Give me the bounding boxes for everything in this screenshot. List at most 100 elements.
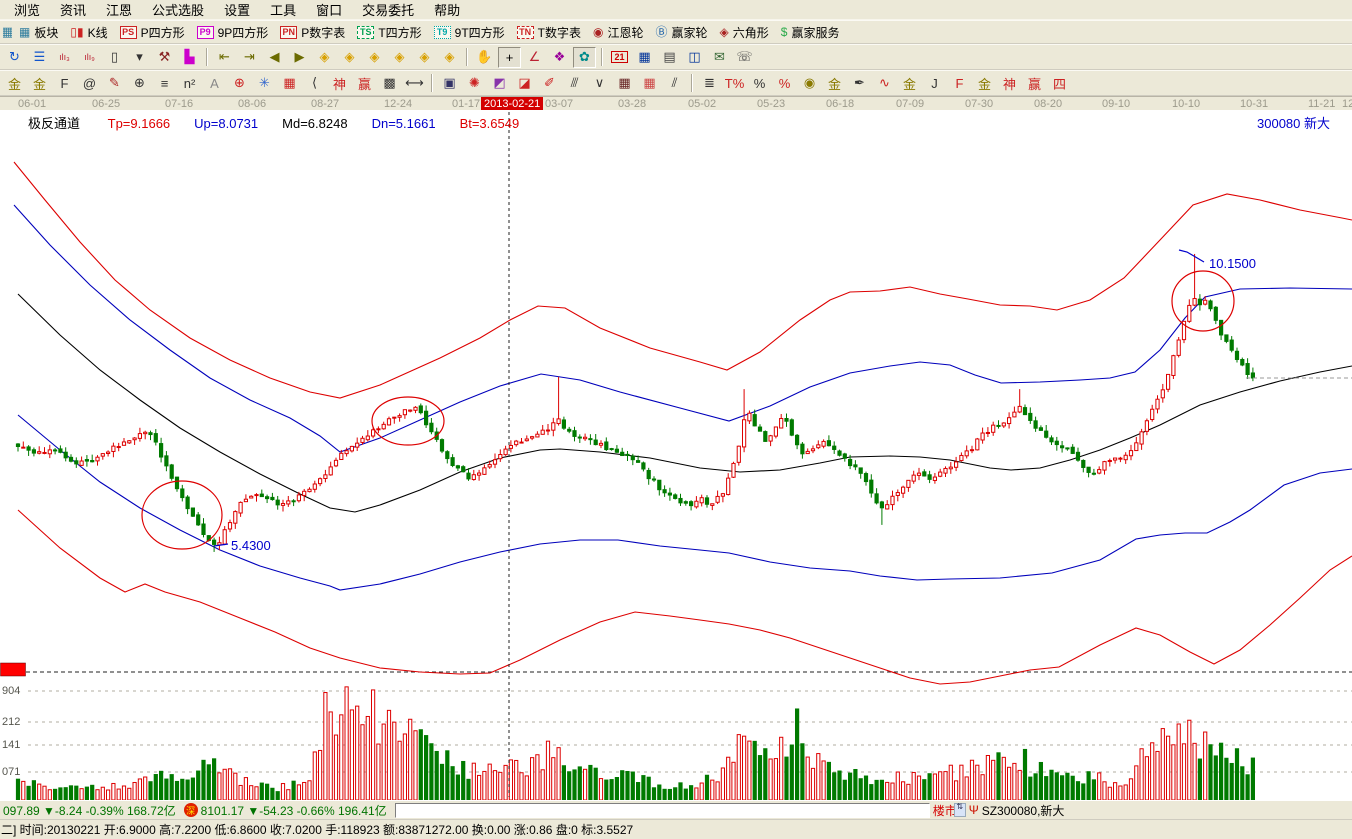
shen-angle-icon[interactable]: 神 (998, 73, 1021, 94)
parallel-icon[interactable]: ⫽ (663, 73, 686, 94)
menu-item-8[interactable]: 帮助 (424, 0, 470, 20)
gold-line-icon[interactable]: 金 (823, 73, 846, 94)
select-box-icon[interactable]: ▣ (438, 73, 461, 94)
t-table-button[interactable]: TNT数字表 (512, 22, 586, 42)
p-square-button[interactable]: PSP四方形 (115, 22, 190, 42)
menu-item-0[interactable]: 浏览 (4, 0, 50, 20)
diamond-right-icon[interactable]: ◈ (338, 47, 361, 68)
wave-red-icon[interactable]: ∿ (873, 73, 896, 94)
first-bar-icon[interactable]: ⇤ (213, 47, 236, 68)
quick-search-input[interactable] (395, 803, 930, 818)
candlestick-chart[interactable]: 10.15005.4300 (0, 110, 1352, 800)
t-square-button[interactable]: TST四方形 (352, 22, 426, 42)
spinner-control[interactable]: ⇅ (954, 803, 966, 817)
next-bar-icon[interactable]: ▶ (288, 47, 311, 68)
percent-line-icon[interactable]: % (773, 73, 796, 94)
target-icon[interactable]: ⊕ (228, 73, 251, 94)
snowflake-icon[interactable]: ✳ (253, 73, 276, 94)
fibo-ruler-icon[interactable]: F (53, 73, 76, 94)
menu-item-5[interactable]: 工具 (260, 0, 306, 20)
comb-scale-icon[interactable]: ≡ (153, 73, 176, 94)
blocks-button[interactable]: ▦板块 (14, 22, 63, 42)
news-link[interactable]: 楼市 (933, 802, 954, 819)
kline-button[interactable]: ▯▮K线 (65, 22, 112, 42)
note-icon[interactable]: ▤ (658, 47, 681, 68)
remote-pc-icon[interactable]: ☏ (733, 47, 756, 68)
angle-mark-icon[interactable]: ⟨ (303, 73, 326, 94)
diamond-star-icon[interactable]: ◈ (413, 47, 436, 68)
histogram-icon[interactable]: ▙ (178, 47, 201, 68)
j-angle-icon[interactable]: J (923, 73, 946, 94)
diamond-expand-icon[interactable]: ◈ (388, 47, 411, 68)
9t-square-button[interactable]: T99T四方形 (429, 22, 510, 42)
percent-wave-icon[interactable]: T% (723, 73, 746, 94)
mirror-icon[interactable]: A (203, 73, 226, 94)
refresh-icon[interactable]: ↻ (3, 47, 26, 68)
winner-service-button[interactable]: $赢家服务 (776, 22, 845, 42)
bars-3-icon[interactable]: ılı₃ (53, 47, 76, 68)
save-icon[interactable]: ◫ (683, 47, 706, 68)
wave-tool-icon[interactable]: ✿ (573, 47, 596, 68)
menu-item-7[interactable]: 交易委托 (352, 0, 424, 20)
shen-tool-icon[interactable]: 神 (328, 73, 351, 94)
diamond-compress-icon[interactable]: ◈ (363, 47, 386, 68)
trend-lines-icon[interactable]: ⫻ (563, 73, 586, 94)
crosshair-tool-icon[interactable]: + (498, 47, 521, 68)
grid-dark-icon[interactable]: ▦ (613, 73, 636, 94)
menu-item-1[interactable]: 资讯 (50, 0, 96, 20)
pen-fan-icon[interactable]: ✐ (538, 73, 561, 94)
gold2-angle-icon[interactable]: 金 (973, 73, 996, 94)
list-icon[interactable]: ☰ (28, 47, 51, 68)
scale-bars-icon[interactable]: ≣ (698, 73, 721, 94)
winner-wheel-button[interactable]: Ⓑ赢家轮 (651, 22, 713, 42)
chart-area[interactable]: 10.15005.4300 极反通道 Tp=9.1666Up=8.0731Md=… (0, 110, 1352, 800)
candle-icon[interactable]: ▯ (103, 47, 126, 68)
gann-wheel-button[interactable]: ◉江恩轮 (588, 22, 649, 42)
angle-tool-icon[interactable]: ∠ (523, 47, 546, 68)
ying-angle-icon[interactable]: 赢 (1023, 73, 1046, 94)
ying-tool-icon[interactable]: 赢 (353, 73, 376, 94)
gold-circle-icon[interactable]: ◉ (798, 73, 821, 94)
diamond-left-icon[interactable]: ◈ (313, 47, 336, 68)
calendar-icon[interactable]: 21 (608, 47, 631, 68)
mail-globe-icon[interactable]: ✉ (708, 47, 731, 68)
gann-tool-icon[interactable]: ⚒ (153, 47, 176, 68)
f-angle-icon[interactable]: F (948, 73, 971, 94)
hexagon-button[interactable]: ◈六角形 (715, 22, 774, 42)
hand-tool-icon[interactable]: ✋ (473, 47, 496, 68)
gold-angle-icon[interactable]: 金 (898, 73, 921, 94)
percent-icon[interactable]: % (748, 73, 771, 94)
spiral-icon[interactable]: @ (78, 73, 101, 94)
gold-channel-icon[interactable]: 金 (3, 73, 26, 94)
gold-channel2-icon[interactable]: 金 (28, 73, 51, 94)
fan-box-purple-icon[interactable]: ◩ (488, 73, 511, 94)
si-angle-icon[interactable]: 四 (1048, 73, 1071, 94)
date-axis[interactable]: 2013-02-21 06-0106-2507-1608-0608-2712-2… (0, 96, 1352, 110)
dense-grid-icon[interactable]: ▩ (378, 73, 401, 94)
dropdown-arrow-icon[interactable]: ▾ (128, 47, 151, 68)
pen-grid-icon[interactable]: ✎ (103, 73, 126, 94)
prev-bar-icon[interactable]: ◀ (263, 47, 286, 68)
ray-fan-icon[interactable]: ✺ (463, 73, 486, 94)
gann-fan-icon[interactable]: ❖ (548, 47, 571, 68)
fan-box-red-icon[interactable]: ◪ (513, 73, 536, 94)
clipped-icon[interactable]: ▦ (3, 22, 12, 43)
9p-square-button[interactable]: P99P四方形 (192, 22, 274, 42)
menu-item-2[interactable]: 江恩 (96, 0, 142, 20)
menu-item-4[interactable]: 设置 (214, 0, 260, 20)
last-bar-icon[interactable]: ⇥ (238, 47, 261, 68)
grid-red2-icon[interactable]: ▦ (638, 73, 661, 94)
p-table-button[interactable]: PNP数字表 (275, 22, 350, 42)
brush-icon[interactable]: ✒ (848, 73, 871, 94)
menu-item-6[interactable]: 窗口 (306, 0, 352, 20)
calculator-icon[interactable]: ▦ (633, 47, 656, 68)
diamond-cross-icon[interactable]: ◈ (438, 47, 461, 68)
zigzag-icon[interactable]: ∨ (588, 73, 611, 94)
n2-grid-icon[interactable]: n² (178, 73, 201, 94)
cycle-circle-icon[interactable]: ⊕ (128, 73, 151, 94)
menu-item-3[interactable]: 公式选股 (142, 0, 214, 20)
hspan-icon[interactable]: ⟷ (403, 73, 426, 94)
bars-9-icon[interactable]: ılı₉ (78, 47, 101, 68)
red-grid-icon[interactable]: ▦ (278, 73, 301, 94)
sh-index-quote: 097.89 ▼-8.24 -0.39% 168.72亿 (3, 802, 176, 819)
